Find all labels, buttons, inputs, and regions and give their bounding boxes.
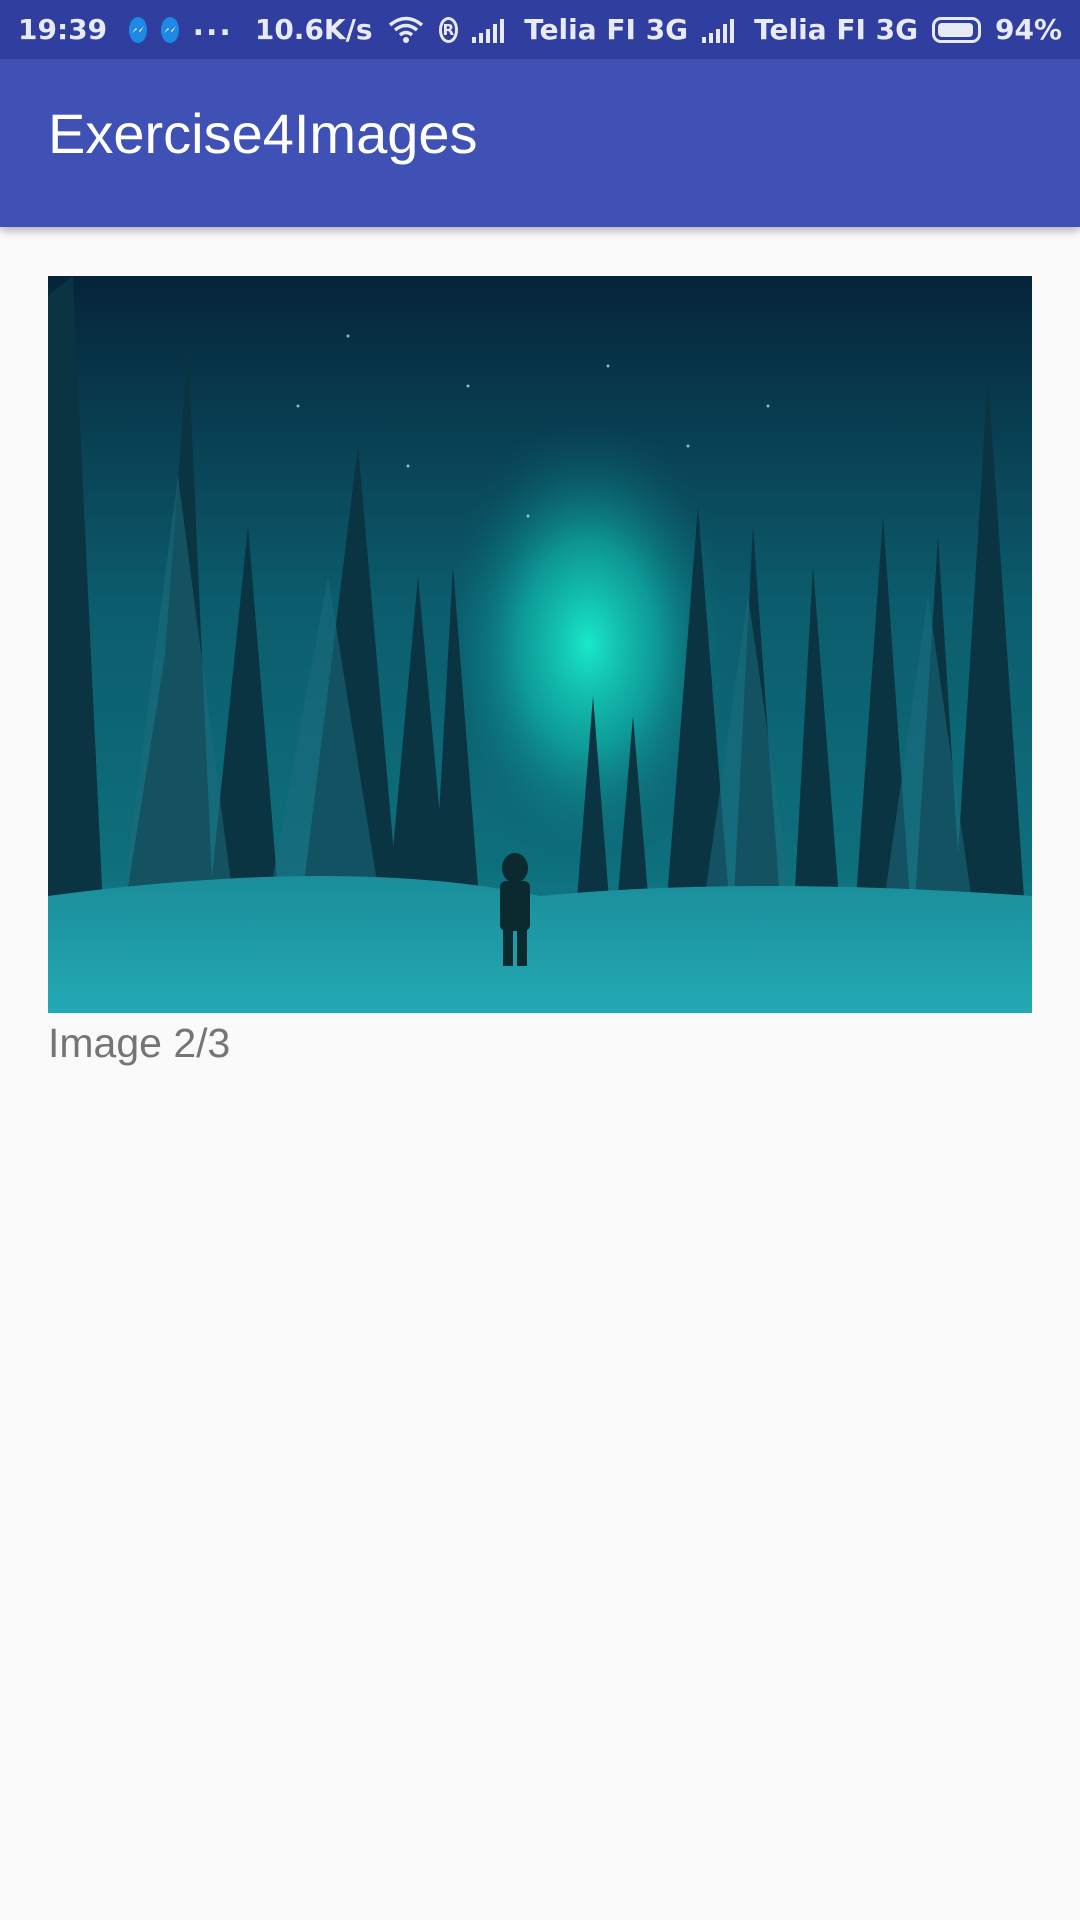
battery-icon [932,16,981,43]
aurora-forest-photo [48,276,1032,1013]
app-title: Exercise4Images [48,101,478,165]
network-speed: 10.6K/s [254,13,373,46]
wifi-icon [387,15,425,45]
signal-icon [702,17,740,43]
battery-fill [938,22,973,37]
status-bar: 19:39 ... 10.6K/s R Telia FI 3G Telia FI… [0,0,1080,59]
status-time: 19:39 [18,13,108,46]
more-notifications-icon: ... [192,7,233,43]
signal-icon [472,17,510,43]
battery-percent: 94% [994,13,1063,46]
carrier-1-label: Telia FI 3G [524,13,689,46]
messenger-icon [129,16,147,43]
image-caption: Image 2/3 [48,1020,231,1066]
messenger-icon [160,16,179,43]
carrier-2-label: Telia FI 3G [754,13,919,46]
app-bar: Exercise4Images [0,59,1080,227]
roaming-icon: R [438,16,459,43]
